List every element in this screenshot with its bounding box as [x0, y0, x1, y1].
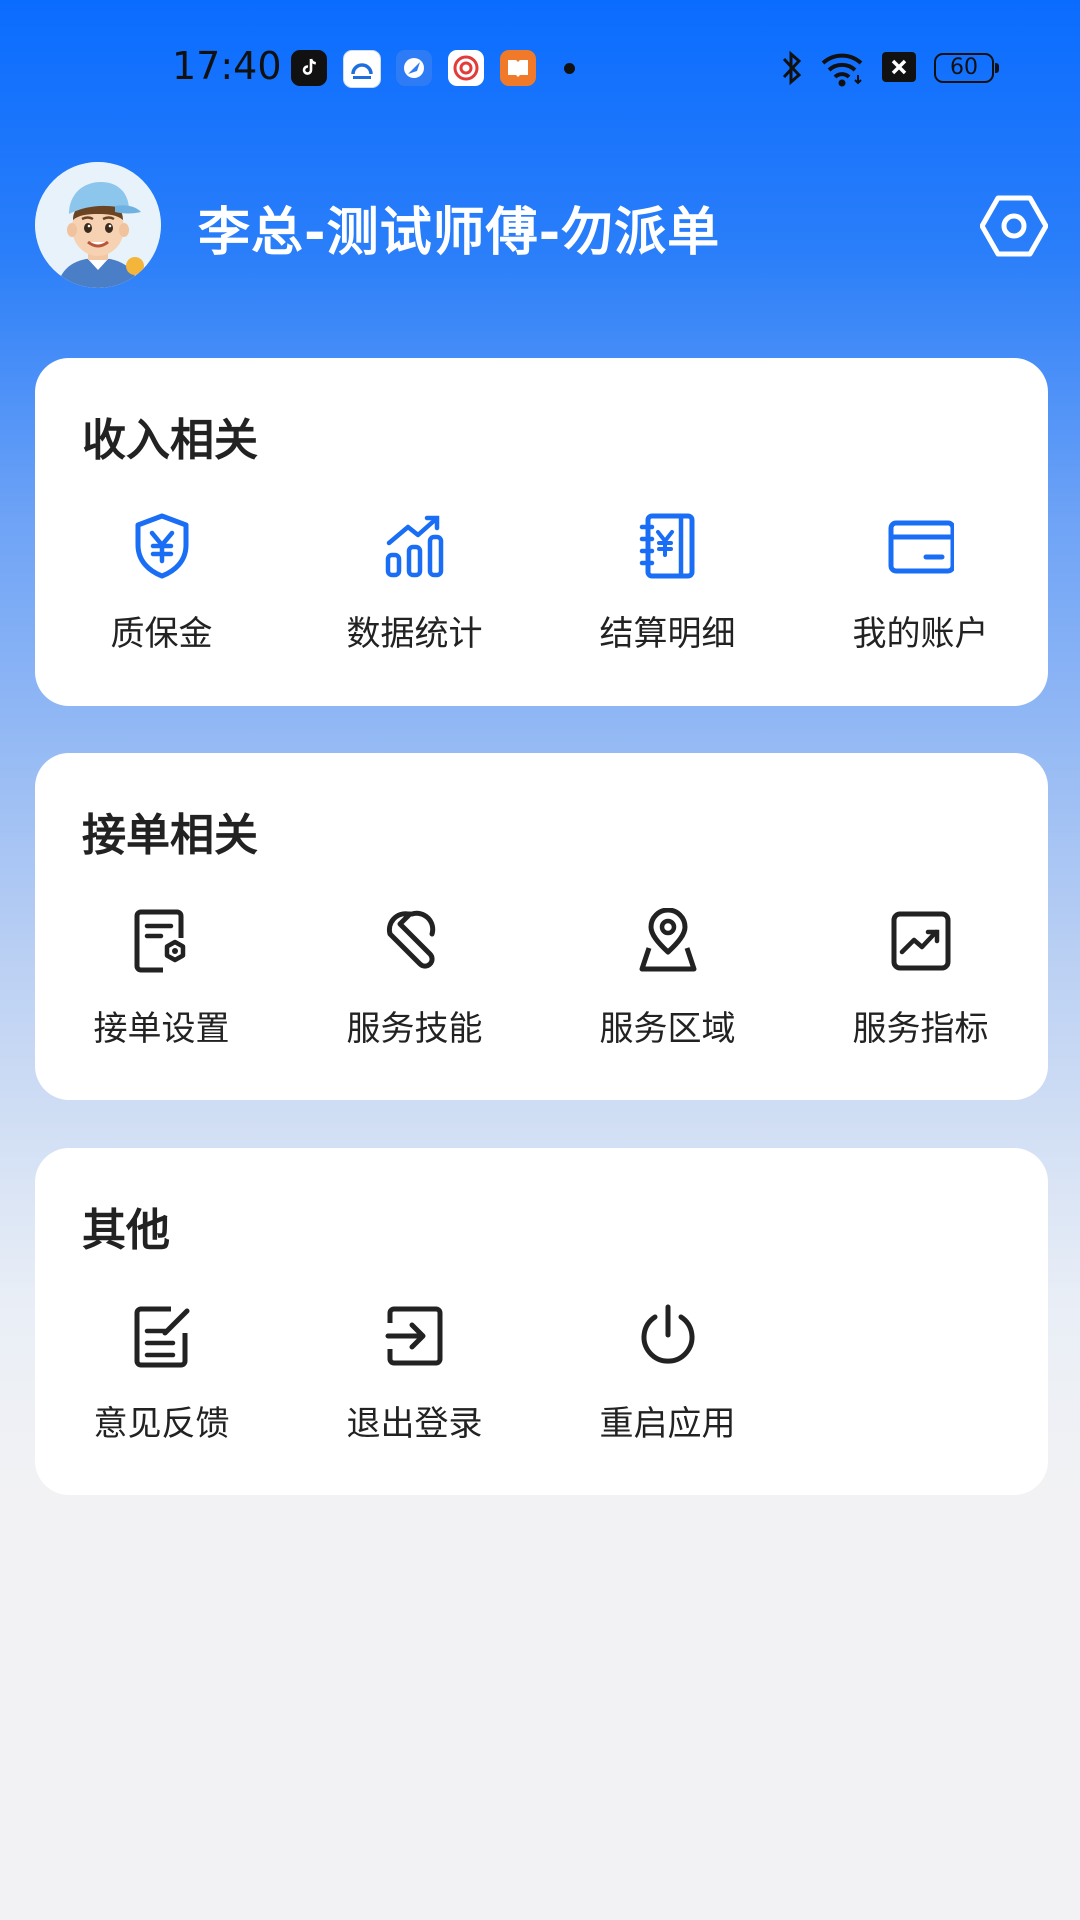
section-title: 其他	[82, 1205, 170, 1256]
shield-yen-icon	[135, 513, 189, 579]
order-settings-icon	[134, 909, 186, 973]
battery-icon: 60	[934, 53, 999, 83]
service-skills-item[interactable]: 服务技能	[288, 908, 541, 1058]
status-bar: 17:40 60	[0, 0, 1080, 135]
browser-app-icon	[396, 50, 432, 86]
more-notifications-dot	[564, 63, 575, 74]
service-metrics-item[interactable]: 服务指标	[794, 908, 1047, 1058]
wrench-icon	[386, 910, 436, 969]
tiktok-icon	[291, 50, 327, 86]
status-time: 17:40	[172, 44, 282, 88]
ledger-icon	[639, 513, 695, 579]
orders-section-card: 接单相关 接单设置 服务技能 服务区域 服务指标	[35, 753, 1048, 1100]
income-section-card: 收入相关 质保金 数据统计 结算明细 我的账户	[35, 358, 1048, 706]
warranty-deposit-item[interactable]: 质保金	[35, 513, 288, 663]
data-statistics-item[interactable]: 数据统计	[288, 513, 541, 663]
item-label: 意见反馈	[93, 1404, 230, 1444]
bar-chart-icon	[385, 515, 444, 578]
trend-icon	[891, 911, 951, 971]
order-settings-item[interactable]: 接单设置	[35, 908, 288, 1058]
power-icon	[641, 1304, 695, 1364]
map-app-icon	[343, 50, 381, 88]
section-title: 收入相关	[82, 415, 258, 466]
avatar[interactable]	[35, 162, 161, 288]
logout-item[interactable]: 退出登录	[288, 1303, 541, 1453]
item-label: 接单设置	[93, 1009, 230, 1049]
news-app-icon	[448, 50, 484, 86]
item-label: 数据统计	[346, 614, 483, 654]
settings-icon	[979, 195, 1049, 257]
settings-button[interactable]	[979, 194, 1049, 258]
location-icon	[639, 908, 697, 972]
item-label: 服务指标	[852, 1009, 989, 1049]
item-label: 结算明细	[599, 614, 736, 654]
settlement-details-item[interactable]: 结算明细	[541, 513, 794, 663]
section-title: 接单相关	[82, 810, 258, 861]
my-account-item[interactable]: 我的账户	[794, 513, 1047, 663]
feedback-item[interactable]: 意见反馈	[35, 1303, 288, 1453]
item-label: 质保金	[110, 614, 213, 654]
bluetooth-icon	[782, 50, 802, 86]
books-app-icon	[500, 50, 536, 86]
wifi-icon	[821, 53, 863, 87]
item-label: 服务技能	[346, 1009, 483, 1049]
item-label: 退出登录	[346, 1404, 483, 1444]
item-label: 服务区域	[599, 1009, 736, 1049]
service-area-item[interactable]: 服务区域	[541, 908, 794, 1058]
item-label: 重启应用	[599, 1404, 736, 1444]
item-label: 我的账户	[852, 614, 989, 654]
username: 李总-测试师傅-勿派单	[198, 203, 721, 263]
restart-app-item[interactable]: 重启应用	[541, 1303, 794, 1453]
logout-icon	[385, 1306, 443, 1366]
feedback-icon	[134, 1306, 190, 1368]
card-icon	[888, 520, 954, 574]
other-section-card: 其他 意见反馈 退出登录 重启应用	[35, 1148, 1048, 1495]
sim-off-icon	[882, 52, 916, 82]
